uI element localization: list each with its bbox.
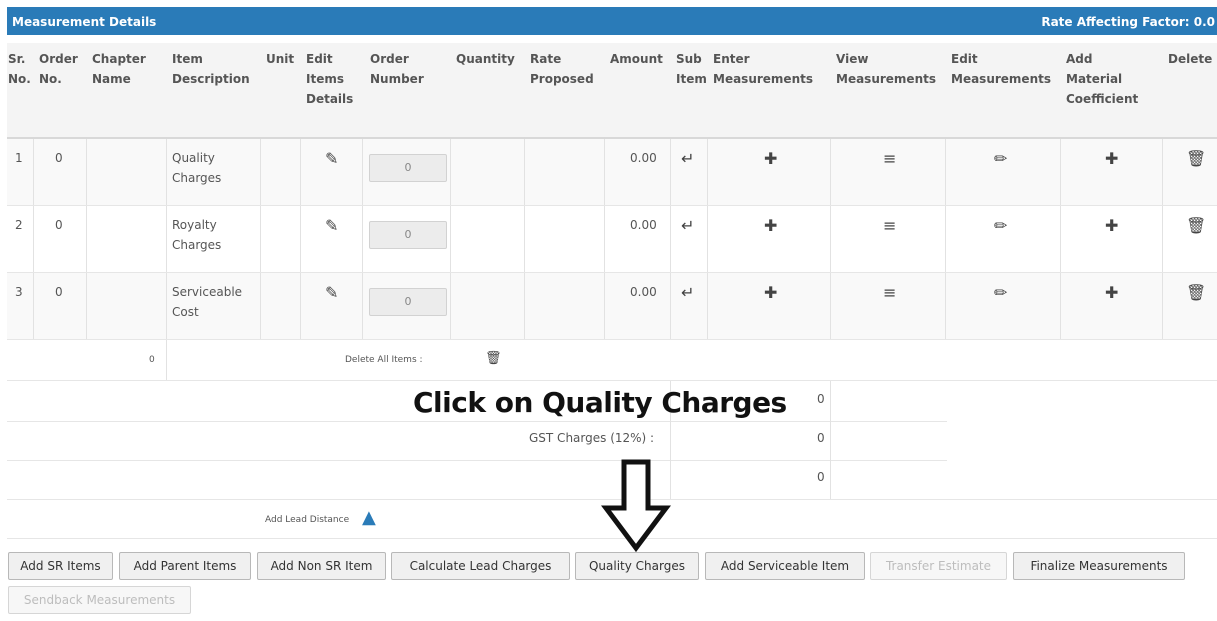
- edit-square-icon[interactable]: ✎: [325, 149, 338, 169]
- summary-value: 0: [817, 470, 825, 484]
- order-no: 0: [55, 218, 63, 232]
- quality-charges-button[interactable]: Quality Charges: [575, 552, 699, 580]
- add-sr-items-button[interactable]: Add SR Items: [8, 552, 113, 580]
- col-delete: Delete: [1168, 52, 1213, 66]
- sr-no: 1: [15, 151, 23, 165]
- col-order-number: Order Number: [370, 52, 424, 86]
- transfer-estimate-button[interactable]: Transfer Estimate: [870, 552, 1007, 580]
- add-non-sr-item-button[interactable]: Add Non SR Item: [257, 552, 386, 580]
- list-icon[interactable]: ≡: [883, 216, 896, 236]
- amount: 0.00: [630, 151, 657, 165]
- annotation-callout: Click on Quality Charges: [413, 386, 787, 419]
- table-header: Sr. No. Order No. Chapter Name Item Descript…: [7, 43, 1217, 139]
- summary-row: 0: [7, 459, 947, 500]
- edit-square-icon[interactable]: ✎: [325, 283, 338, 303]
- col-rate-proposed: Rate Proposed: [530, 52, 594, 86]
- col-amount: Amount: [610, 52, 663, 66]
- pencil-icon[interactable]: ✏: [994, 149, 1007, 169]
- col-item-description: Item Description: [172, 52, 250, 86]
- panel-title: Measurement Details: [12, 15, 157, 29]
- amount: 0.00: [630, 218, 657, 232]
- summary-value: 0: [817, 392, 825, 406]
- add-parent-items-button[interactable]: Add Parent Items: [119, 552, 251, 580]
- order-number-input[interactable]: 0: [369, 154, 447, 182]
- col-sr-no: Sr. No.: [8, 52, 31, 86]
- rate-affecting-factor: Rate Affecting Factor: 0.0: [1041, 15, 1215, 29]
- plus-icon[interactable]: ✚: [1105, 216, 1118, 236]
- add-serviceable-item-button[interactable]: Add Serviceable Item: [705, 552, 865, 580]
- trash-icon[interactable]: 🗑: [1186, 149, 1206, 169]
- gst-value: 0: [817, 431, 825, 445]
- col-chapter-name: Chapter Name: [92, 52, 146, 86]
- list-icon[interactable]: ≡: [883, 283, 896, 303]
- col-quantity: Quantity: [456, 52, 515, 66]
- sub-item-arrow-icon[interactable]: ↵: [681, 283, 694, 303]
- sendback-measurements-button[interactable]: Sendback Measurements: [8, 586, 191, 614]
- delete-all-label: Delete All Items :: [345, 355, 423, 365]
- order-no: 0: [55, 285, 63, 299]
- plus-icon[interactable]: ✚: [764, 149, 777, 169]
- col-enter-measurements: Enter Measurements: [713, 52, 813, 86]
- down-arrow-icon: [601, 459, 671, 553]
- sr-no: 2: [15, 218, 23, 232]
- col-edit-items-details: Edit Items Details: [306, 52, 354, 106]
- sub-item-arrow-icon[interactable]: ↵: [681, 216, 694, 236]
- col-unit: Unit: [266, 52, 295, 66]
- trash-icon[interactable]: 🗑: [1186, 216, 1206, 236]
- plus-icon[interactable]: ✚: [1105, 149, 1118, 169]
- item-count: 0: [149, 355, 155, 365]
- panel-header: Measurement Details Rate Affecting Facto…: [7, 7, 1217, 35]
- road-icon[interactable]: ▲: [362, 508, 376, 528]
- plus-icon[interactable]: ✚: [1105, 283, 1118, 303]
- amount: 0.00: [630, 285, 657, 299]
- trash-icon[interactable]: 🗑: [485, 351, 502, 366]
- trash-icon[interactable]: 🗑: [1186, 283, 1206, 303]
- col-order-no: Order No.: [39, 52, 78, 86]
- col-edit-measurements: Edit Measurements: [951, 52, 1051, 86]
- col-view-measurements: View Measurements: [836, 52, 936, 86]
- delete-all-row: 0 Delete All Items : 🗑: [7, 340, 1217, 381]
- table-row: 1 0 Quality Charges ✎ 0 0.00 ↵ ✚ ≡ ✏ ✚ 🗑: [7, 139, 1217, 206]
- order-no: 0: [55, 151, 63, 165]
- edit-square-icon[interactable]: ✎: [325, 216, 338, 236]
- gst-row: GST Charges (12%) : 0: [7, 420, 947, 461]
- gst-label: GST Charges (12%) :: [529, 431, 655, 445]
- pencil-icon[interactable]: ✏: [994, 283, 1007, 303]
- order-number-input[interactable]: 0: [369, 221, 447, 249]
- table-row: 3 0 Serviceable Cost ✎ 0 0.00 ↵ ✚ ≡ ✏ ✚ 🗑: [7, 273, 1217, 340]
- item-description[interactable]: Quality Charges: [172, 148, 221, 188]
- order-number-input[interactable]: 0: [369, 288, 447, 316]
- col-sub-item: Sub Item: [676, 52, 707, 86]
- calculate-lead-charges-button[interactable]: Calculate Lead Charges: [391, 552, 570, 580]
- item-description[interactable]: Royalty Charges: [172, 215, 221, 255]
- list-icon[interactable]: ≡: [883, 149, 896, 169]
- table-row: 2 0 Royalty Charges ✎ 0 0.00 ↵ ✚ ≡ ✏ ✚ 🗑: [7, 206, 1217, 273]
- sub-item-arrow-icon[interactable]: ↵: [681, 149, 694, 169]
- finalize-measurements-button[interactable]: Finalize Measurements: [1013, 552, 1185, 580]
- sr-no: 3: [15, 285, 23, 299]
- plus-icon[interactable]: ✚: [764, 216, 777, 236]
- item-description[interactable]: Serviceable Cost: [172, 282, 242, 322]
- col-add-material-coefficient: Add Material Coefficient: [1066, 52, 1139, 106]
- pencil-icon[interactable]: ✏: [994, 216, 1007, 236]
- plus-icon[interactable]: ✚: [764, 283, 777, 303]
- add-lead-distance-label: Add Lead Distance: [265, 515, 350, 525]
